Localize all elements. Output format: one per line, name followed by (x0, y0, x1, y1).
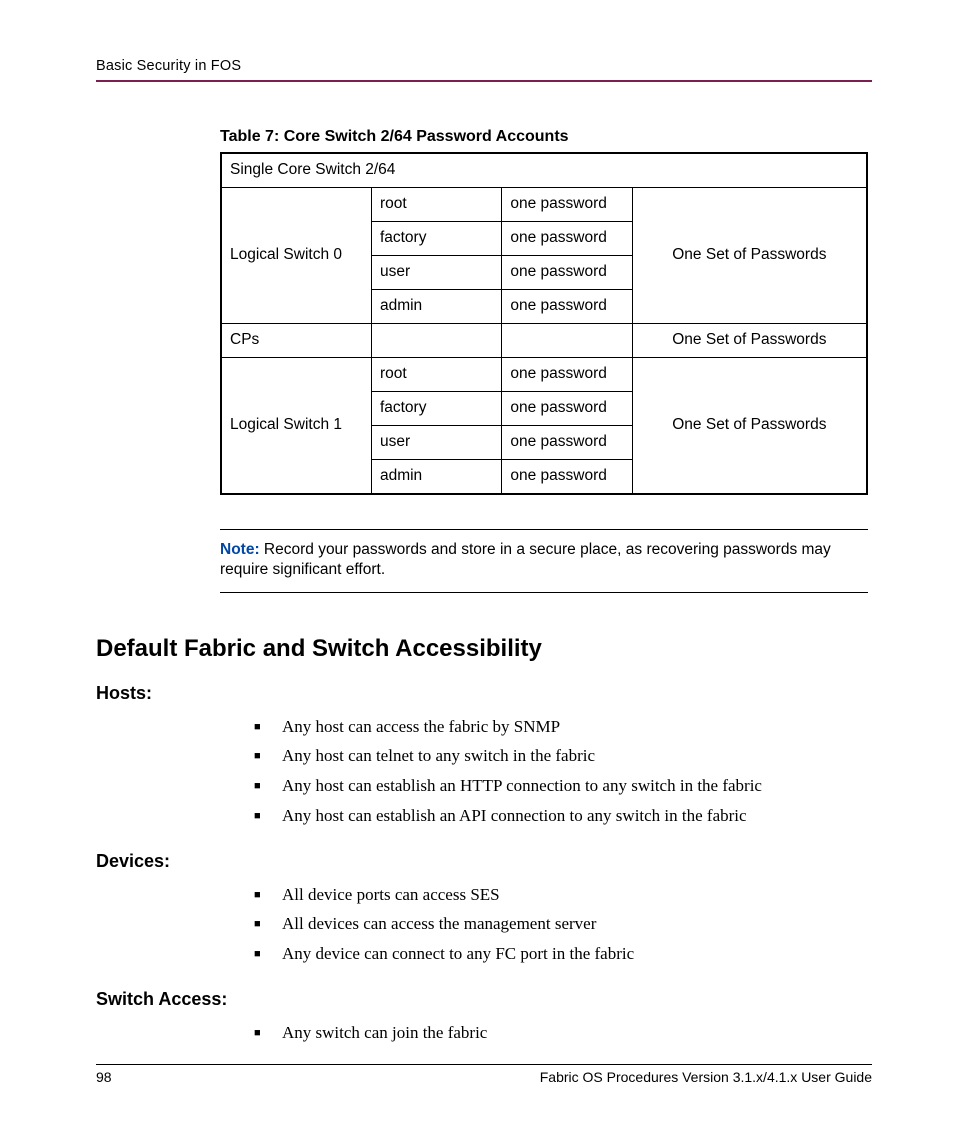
cell: factory (371, 392, 501, 426)
note-text: Record your passwords and store in a sec… (220, 541, 831, 578)
page-number: 98 (96, 1069, 112, 1085)
table-row: Logical Switch 1 root one password One S… (221, 358, 867, 392)
cell: one password (502, 256, 632, 290)
cell: one password (502, 222, 632, 256)
table-row: Logical Switch 0 root one password One S… (221, 188, 867, 222)
list-item: Any device can connect to any FC port in… (254, 939, 872, 969)
cell: one password (502, 188, 632, 222)
table-row: Single Core Switch 2/64 (221, 153, 867, 188)
cell (371, 324, 501, 358)
cell: root (371, 358, 501, 392)
footer-title: Fabric OS Procedures Version 3.1.x/4.1.x… (540, 1069, 872, 1085)
subheading-switch: Switch Access: (96, 989, 872, 1010)
cell-oneset: One Set of Passwords (632, 358, 867, 495)
hosts-list: Any host can access the fabric by SNMP A… (96, 712, 872, 831)
cell: admin (371, 290, 501, 324)
cell-title: Single Core Switch 2/64 (221, 153, 867, 188)
list-item: Any host can establish an API connection… (254, 801, 872, 831)
list-item: Any host can establish an HTTP connectio… (254, 771, 872, 801)
cell-ls0: Logical Switch 0 (221, 188, 371, 324)
cell: one password (502, 290, 632, 324)
footer: 98 Fabric OS Procedures Version 3.1.x/4.… (96, 1064, 872, 1085)
section-heading: Default Fabric and Switch Accessibility (96, 635, 872, 663)
cell: root (371, 188, 501, 222)
header-left: Basic Security in FOS (96, 58, 241, 74)
devices-list: All device ports can access SES All devi… (96, 880, 872, 969)
table-row: CPs One Set of Passwords (221, 324, 867, 358)
cell: one password (502, 392, 632, 426)
footer-rule (96, 1064, 872, 1065)
cell-oneset: One Set of Passwords (632, 324, 867, 358)
cell: one password (502, 460, 632, 495)
cell: admin (371, 460, 501, 495)
cell: one password (502, 426, 632, 460)
cell (502, 324, 632, 358)
subheading-devices: Devices: (96, 851, 872, 872)
cell: user (371, 256, 501, 290)
cell: user (371, 426, 501, 460)
subheading-hosts: Hosts: (96, 683, 872, 704)
note-block: Note: Record your passwords and store in… (220, 529, 868, 593)
list-item: All devices can access the management se… (254, 909, 872, 939)
list-item: Any switch can join the fabric (254, 1018, 872, 1048)
table-caption: Table 7: Core Switch 2/64 Password Accou… (220, 128, 868, 146)
cell: factory (371, 222, 501, 256)
list-item: Any host can access the fabric by SNMP (254, 712, 872, 742)
header-rule (96, 80, 872, 82)
list-item: Any host can telnet to any switch in the… (254, 741, 872, 771)
note-label: Note: (220, 541, 260, 558)
cell-cps: CPs (221, 324, 371, 358)
password-accounts-table: Single Core Switch 2/64 Logical Switch 0… (220, 152, 868, 495)
cell-oneset: One Set of Passwords (632, 188, 867, 324)
cell: one password (502, 358, 632, 392)
cell-ls1: Logical Switch 1 (221, 358, 371, 495)
list-item: All device ports can access SES (254, 880, 872, 910)
switch-list: Any switch can join the fabric (96, 1018, 872, 1048)
